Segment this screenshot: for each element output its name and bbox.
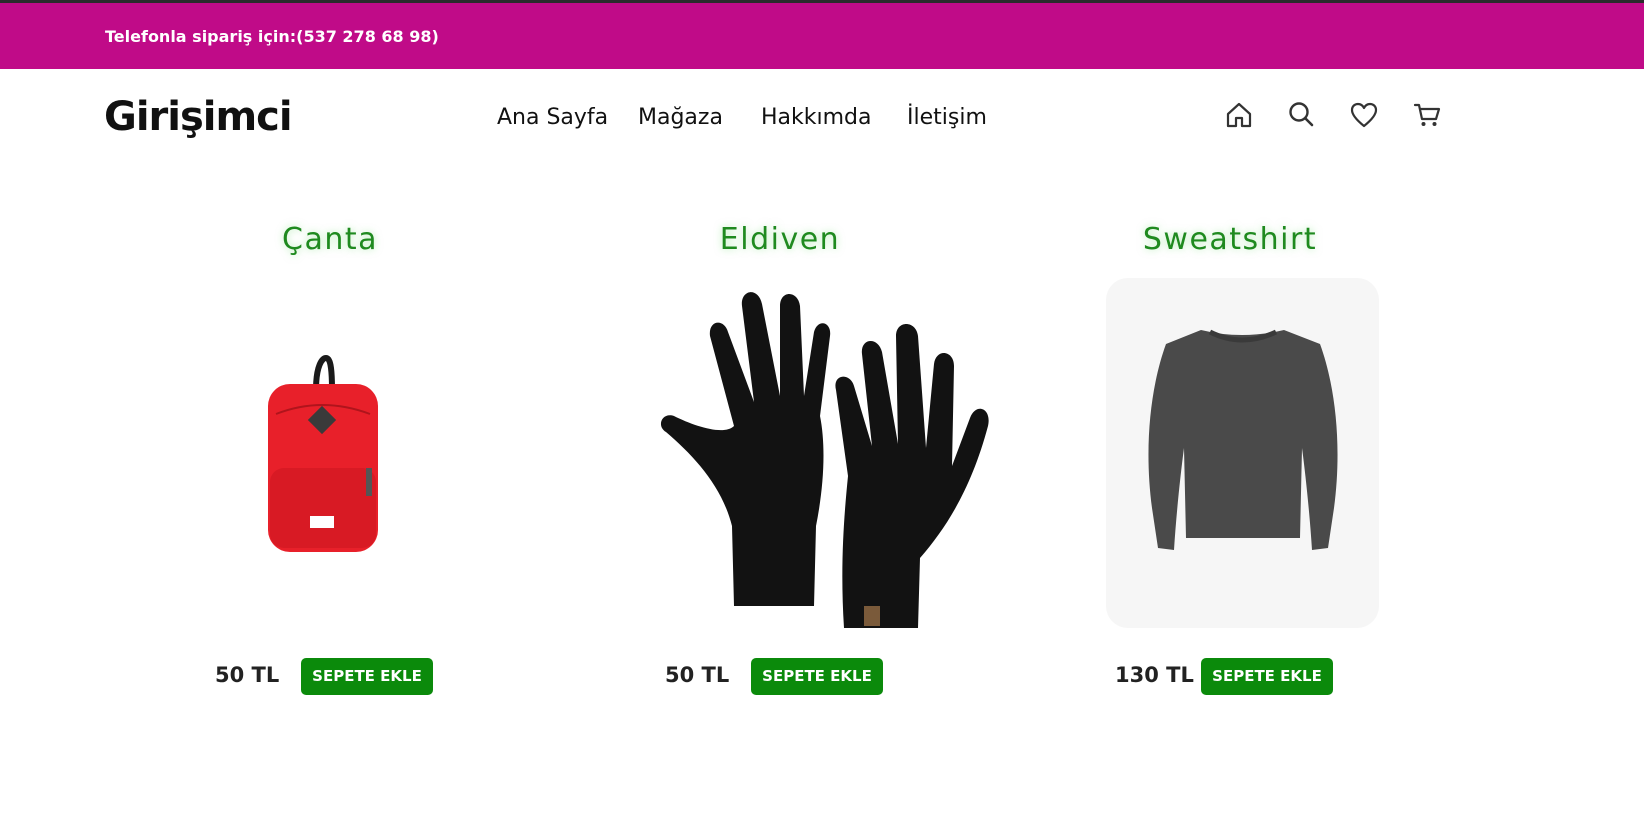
- add-to-cart-button-sweatshirt[interactable]: SEPETE EKLE: [1201, 658, 1333, 695]
- home-icon[interactable]: [1224, 100, 1254, 130]
- nav-store[interactable]: Mağaza: [638, 105, 723, 130]
- add-to-cart-button-canta[interactable]: SEPETE EKLE: [301, 658, 433, 695]
- nav-contact[interactable]: İletişim: [907, 105, 987, 130]
- price-sweatshirt: 130 TL: [1115, 663, 1194, 687]
- cart-icon[interactable]: [1412, 100, 1442, 130]
- price-canta: 50 TL: [215, 663, 280, 687]
- heart-icon[interactable]: [1349, 100, 1379, 130]
- search-icon[interactable]: [1286, 100, 1316, 130]
- site-logo[interactable]: Girişimci: [104, 94, 293, 140]
- add-to-cart-button-eldiven[interactable]: SEPETE EKLE: [751, 658, 883, 695]
- phone-order-text: Telefonla sipariş için:(537 278 68 98): [105, 27, 439, 46]
- product-title-sweatshirt: Sweatshirt: [1142, 222, 1318, 257]
- product-title-eldiven: Eldiven: [719, 222, 841, 257]
- product-title-canta: Çanta: [282, 222, 378, 257]
- nav-home[interactable]: Ana Sayfa: [497, 105, 608, 130]
- nav-about[interactable]: Hakkımda: [761, 105, 872, 130]
- backpack-image[interactable]: [258, 348, 386, 556]
- top-announcement-bar: Telefonla sipariş için:(537 278 68 98): [0, 3, 1644, 69]
- gloves-image[interactable]: [654, 276, 996, 628]
- sweatshirt-image-card[interactable]: [1106, 278, 1379, 628]
- price-eldiven: 50 TL: [665, 663, 730, 687]
